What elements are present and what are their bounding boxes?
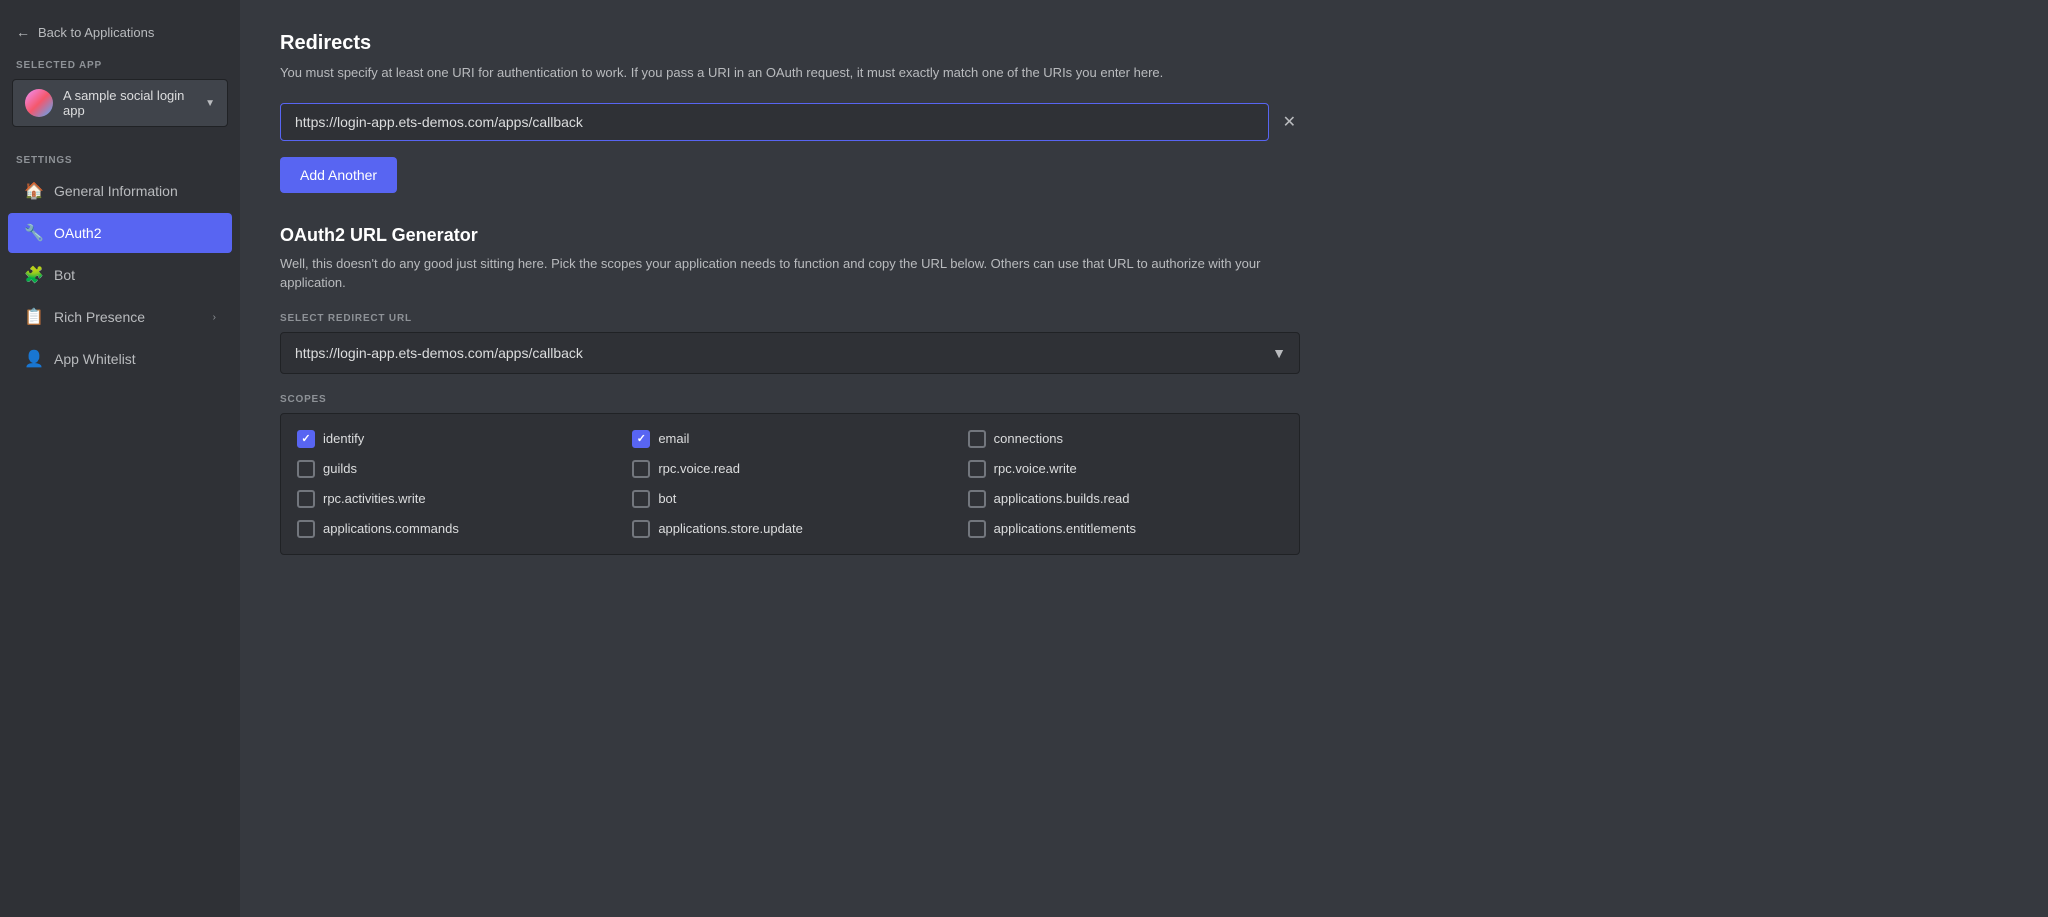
puzzle-icon: 🧩 [24,265,44,285]
wrench-icon: 🔧 [24,223,44,243]
url-generator-title: OAuth2 URL Generator [280,225,2008,246]
scope-checkbox-guilds[interactable] [297,460,315,478]
scope-item-applications-commands[interactable]: applications.commands [297,520,612,538]
scope-item-applications-store-update[interactable]: applications.store.update [632,520,947,538]
scope-label-rpc-voice-read: rpc.voice.read [658,461,740,476]
sidebar-item-oauth2[interactable]: 🔧 OAuth2 [8,213,232,253]
selected-app-label: SELECTED APP [0,60,240,79]
scope-item-connections[interactable]: connections [968,430,1283,448]
sidebar-item-general[interactable]: 🏠 General Information [8,171,232,211]
scope-label-guilds: guilds [323,461,357,476]
scope-label-rpc-activities-write: rpc.activities.write [323,491,426,506]
scope-checkbox-applications-commands[interactable] [297,520,315,538]
scope-checkbox-applications-entitlements[interactable] [968,520,986,538]
scope-item-rpc-voice-write[interactable]: rpc.voice.write [968,460,1283,478]
settings-section-label: SETTINGS [0,147,240,170]
scopes-grid: identify email connections guilds rpc.vo… [297,430,1283,538]
redirect-input-row: ✕ [280,103,1300,141]
main-content: Redirects You must specify at least one … [240,0,2048,917]
scope-label-connections: connections [994,431,1063,446]
back-arrow-icon: ← [16,24,30,40]
scope-checkbox-bot[interactable] [632,490,650,508]
nav-item-general-label: General Information [54,183,216,199]
sidebar-item-rich-presence[interactable]: 📋 Rich Presence › [8,297,232,337]
scope-label-email: email [658,431,689,446]
redirect-url-select[interactable]: https://login-app.ets-demos.com/apps/cal… [280,332,1300,374]
back-to-applications-link[interactable]: ← Back to Applications [0,16,240,48]
select-redirect-label: SELECT REDIRECT URL [280,313,2008,324]
scope-item-email[interactable]: email [632,430,947,448]
scope-label-applications-builds-read: applications.builds.read [994,491,1130,506]
scope-item-applications-builds-read[interactable]: applications.builds.read [968,490,1283,508]
scopes-label: SCOPES [280,394,2008,405]
scope-label-applications-store-update: applications.store.update [658,521,803,536]
scope-item-rpc-voice-read[interactable]: rpc.voice.read [632,460,947,478]
scope-checkbox-applications-store-update[interactable] [632,520,650,538]
redirect-uri-input[interactable] [280,103,1269,141]
scope-label-applications-commands: applications.commands [323,521,459,536]
scope-item-rpc-activities-write[interactable]: rpc.activities.write [297,490,612,508]
nav-item-app-whitelist-label: App Whitelist [54,351,216,367]
nav-item-oauth2-label: OAuth2 [54,225,216,241]
scope-item-guilds[interactable]: guilds [297,460,612,478]
redirects-title: Redirects [280,32,2008,55]
chevron-right-icon: › [213,312,216,323]
scope-checkbox-rpc-voice-read[interactable] [632,460,650,478]
app-selector[interactable]: A sample social login app ▼ [12,79,228,127]
scope-item-bot[interactable]: bot [632,490,947,508]
sidebar-item-app-whitelist[interactable]: 👤 App Whitelist [8,339,232,379]
back-link-label: Back to Applications [38,25,154,40]
scope-item-identify[interactable]: identify [297,430,612,448]
url-generator-description: Well, this doesn't do any good just sitt… [280,254,1300,293]
add-another-button[interactable]: Add Another [280,157,397,193]
scope-label-rpc-voice-write: rpc.voice.write [994,461,1077,476]
scope-label-applications-entitlements: applications.entitlements [994,521,1136,536]
scope-checkbox-rpc-voice-write[interactable] [968,460,986,478]
app-name: A sample social login app [63,88,195,118]
scope-checkbox-email[interactable] [632,430,650,448]
dropdown-arrow-icon: ▼ [205,98,215,109]
sidebar: ← Back to Applications SELECTED APP A sa… [0,0,240,917]
scope-checkbox-rpc-activities-write[interactable] [297,490,315,508]
clear-redirect-button[interactable]: ✕ [1279,108,1300,136]
nav-item-bot-label: Bot [54,267,216,283]
scope-label-identify: identify [323,431,364,446]
scope-checkbox-identify[interactable] [297,430,315,448]
scope-item-applications-entitlements[interactable]: applications.entitlements [968,520,1283,538]
scopes-box: identify email connections guilds rpc.vo… [280,413,1300,555]
home-icon: 🏠 [24,181,44,201]
person-icon: 👤 [24,349,44,369]
sidebar-item-bot[interactable]: 🧩 Bot [8,255,232,295]
redirect-select-wrapper: https://login-app.ets-demos.com/apps/cal… [280,332,1300,374]
redirects-description: You must specify at least one URI for au… [280,63,1300,83]
app-avatar [25,89,53,117]
scope-label-bot: bot [658,491,676,506]
nav-item-rich-presence-label: Rich Presence [54,309,203,325]
document-icon: 📋 [24,307,44,327]
scope-checkbox-applications-builds-read[interactable] [968,490,986,508]
scope-checkbox-connections[interactable] [968,430,986,448]
